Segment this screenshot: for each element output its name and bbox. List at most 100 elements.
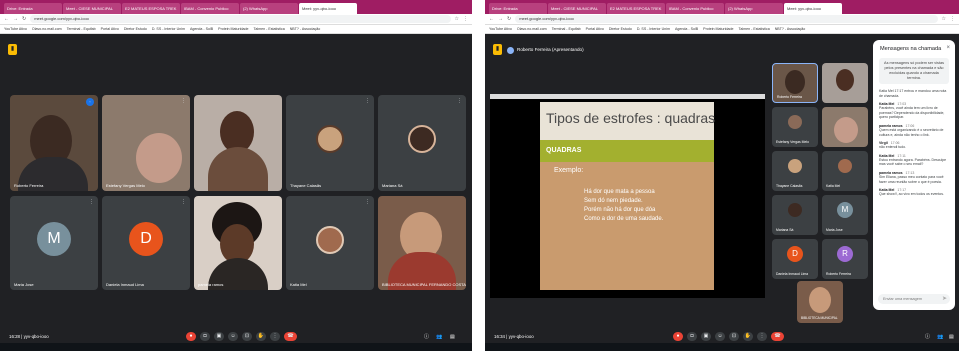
participant-tile[interactable]: Thayane Calasãs	[772, 151, 818, 191]
participant-tile[interactable]: ⋮ Katia Mel	[286, 196, 374, 290]
participant-tile[interactable]	[822, 63, 868, 103]
send-icon[interactable]: ➤	[942, 295, 947, 302]
bookmark[interactable]: Talmen - Estatistica	[254, 27, 285, 31]
participant-initial-avatar: M	[37, 222, 71, 256]
bookmark[interactable]: Diretor Estudo	[124, 27, 147, 31]
raise-hand-button[interactable]: ✋	[743, 332, 753, 341]
bookmark[interactable]: Agenda - SolB	[675, 27, 698, 31]
chat-input[interactable]: Enviar uma mensagem	[878, 294, 950, 304]
info-icon[interactable]: ⓘ	[424, 333, 429, 340]
camera-toggle-button[interactable]: ◘	[200, 332, 210, 341]
chat-icon[interactable]: ▤	[949, 334, 954, 340]
browser-tab[interactable]: Drive: Entrada	[4, 3, 62, 14]
forward-icon[interactable]: →	[13, 16, 18, 22]
bookmark[interactable]: NBT? - Associação	[775, 27, 806, 31]
bookmark[interactable]: Portal Ativo	[101, 27, 119, 31]
bookmark[interactable]: Terminal - Equifab	[552, 27, 581, 31]
participant-tile[interactable]: pamela ramos	[194, 196, 282, 290]
browser-tab[interactable]: Drive: Entrada	[489, 3, 547, 14]
captions-button[interactable]: ▣	[214, 332, 224, 341]
participant-tile[interactable]: M Maria Jose	[822, 195, 868, 235]
browser-tab[interactable]: (2) WhatsApp	[725, 3, 783, 14]
bookmark[interactable]: Portal Ativo	[586, 27, 604, 31]
chat-icon[interactable]: ▤	[450, 334, 455, 340]
participant-name: Roberto Ferreira	[14, 183, 44, 188]
more-options-button[interactable]: ⋮	[270, 332, 280, 341]
address-input[interactable]: meet.google.com/yyv-qbo-iooo	[30, 15, 451, 23]
bookmark[interactable]: Protein Maturidade	[703, 27, 733, 31]
participant-tile[interactable]: Roberto Ferreira	[772, 63, 818, 103]
reactions-button[interactable]: ☺	[228, 332, 238, 341]
present-button[interactable]: ⊡	[242, 332, 252, 341]
poem-line: Como a dor de uma saudade.	[584, 216, 664, 222]
browser-tab-active[interactable]: Meet: yyv-qbo-iooo	[299, 3, 357, 14]
participant-tile[interactable]: ⋮ Mariana Sá	[378, 95, 466, 191]
star-icon[interactable]: ☆	[942, 16, 946, 22]
participant-tile[interactable]: M ⋮ Maria Jose	[10, 196, 98, 290]
people-icon[interactable]: 👥	[937, 334, 943, 340]
browser-tab[interactable]: E2 MATEUS ESPOSA TREK	[122, 3, 180, 14]
reload-icon[interactable]: ↻	[22, 16, 26, 22]
bookmark[interactable]: Olavo.no.mail.com	[517, 27, 547, 31]
reload-icon[interactable]: ↻	[507, 16, 511, 22]
raise-hand-button[interactable]: ✋	[256, 332, 266, 341]
bookmark[interactable]: YouTube Ativo	[489, 27, 512, 31]
browser-tab[interactable]: IBAM - Convenio Publico	[666, 3, 724, 14]
participant-tile[interactable]: D Daniela Inmaud Lima	[772, 239, 818, 279]
star-icon[interactable]: ☆	[455, 16, 459, 22]
participant-tile[interactable]	[194, 95, 282, 191]
participant-initial-avatar: D	[787, 246, 803, 262]
close-icon[interactable]: ×	[946, 45, 950, 51]
reactions-button[interactable]: ☺	[715, 332, 725, 341]
meet-logo-icon[interactable]: ▮	[8, 44, 17, 55]
participant-tile[interactable]: BIBLIOTECA MUNICIPAL FERNANDO COSTA	[378, 196, 466, 290]
bookmark[interactable]: Terminal - Equifab	[67, 27, 96, 31]
browser-tab[interactable]: E2 MATEUS ESPOSA TREK	[607, 3, 665, 14]
mic-toggle-button[interactable]: ●	[673, 332, 683, 341]
bookmark[interactable]: D. SS - Interior Unim	[152, 27, 185, 31]
bookmark[interactable]: Olavo.no.mail.com	[32, 27, 62, 31]
participant-tile[interactable]: ⋮ Estefany Vergas Melo	[102, 95, 190, 191]
participant-tile[interactable]: BIBLIOTECA MUNICIPAL	[797, 281, 843, 323]
present-button[interactable]: ⊡	[729, 332, 739, 341]
menu-icon[interactable]: ⋮	[950, 16, 955, 22]
meet-logo-icon[interactable]: ▮	[493, 44, 502, 55]
meet-presentation-layout: ▮ Roberto Ferreira (Apresentando) Tipos …	[485, 35, 959, 330]
back-icon[interactable]: ←	[4, 16, 9, 22]
more-options-button[interactable]: ⋮	[757, 332, 767, 341]
bookmark[interactable]: YouTube Ativo	[4, 27, 27, 31]
back-icon[interactable]: ←	[489, 16, 494, 22]
bookmark[interactable]: Diretor Estudo	[609, 27, 632, 31]
browser-tab[interactable]: IBAM - Convenio Publico	[181, 3, 239, 14]
mic-toggle-button[interactable]: ●	[186, 332, 196, 341]
bookmark[interactable]: Agenda - SolB	[190, 27, 213, 31]
participant-tile[interactable]	[822, 107, 868, 147]
participant-tile[interactable]: D ⋮ Daniela Inmaud Lima	[102, 196, 190, 290]
browser-tab[interactable]: (2) WhatsApp	[240, 3, 298, 14]
meet-control-bar: 16:28 | yyv-qbo-iooo ● ◘ ▣ ☺ ⊡ ✋ ⋮ ☎ ⓘ 👥…	[0, 330, 472, 343]
participant-tile[interactable]: R Roberto Ferreira	[822, 239, 868, 279]
browser-tab-active[interactable]: Meet: yyv-qbo-iooo	[784, 3, 842, 14]
hangup-button[interactable]: ☎	[284, 332, 297, 341]
browser-tab[interactable]: Meet - CIESE MUNICIPAL	[548, 3, 606, 14]
menu-icon[interactable]: ⋮	[463, 16, 468, 22]
forward-icon[interactable]: →	[498, 16, 503, 22]
bookmark[interactable]: D. SS - Interior Unim	[637, 27, 670, 31]
hangup-button[interactable]: ☎	[771, 332, 784, 341]
participant-tile[interactable]: Katia Mel	[822, 151, 868, 191]
bookmark[interactable]: NBT? - Associação	[290, 27, 321, 31]
chat-message-text: Estou entrando agora. Parabéns. Desculpe…	[879, 157, 947, 167]
participant-name: pamela ramos	[198, 282, 224, 287]
participant-tile[interactable]: Estefany Vergas Melo	[772, 107, 818, 147]
participant-tile[interactable]: Mariana Sá	[772, 195, 818, 235]
participant-tile[interactable]: ◦ Roberto Ferreira	[10, 95, 98, 191]
address-input[interactable]: meet.google.com/yyv-qbo-iooo	[515, 15, 938, 23]
camera-toggle-button[interactable]: ◘	[687, 332, 697, 341]
info-icon[interactable]: ⓘ	[925, 333, 930, 340]
bookmark[interactable]: Talmen - Estatistica	[739, 27, 770, 31]
participant-tile[interactable]: ⋮ Thayane Calasãs	[286, 95, 374, 191]
people-icon[interactable]: 👥	[436, 334, 442, 340]
bookmark[interactable]: Protein Maturidade	[218, 27, 248, 31]
browser-tab[interactable]: Meet - CIESE MUNICIPAL	[63, 3, 121, 14]
captions-button[interactable]: ▣	[701, 332, 711, 341]
